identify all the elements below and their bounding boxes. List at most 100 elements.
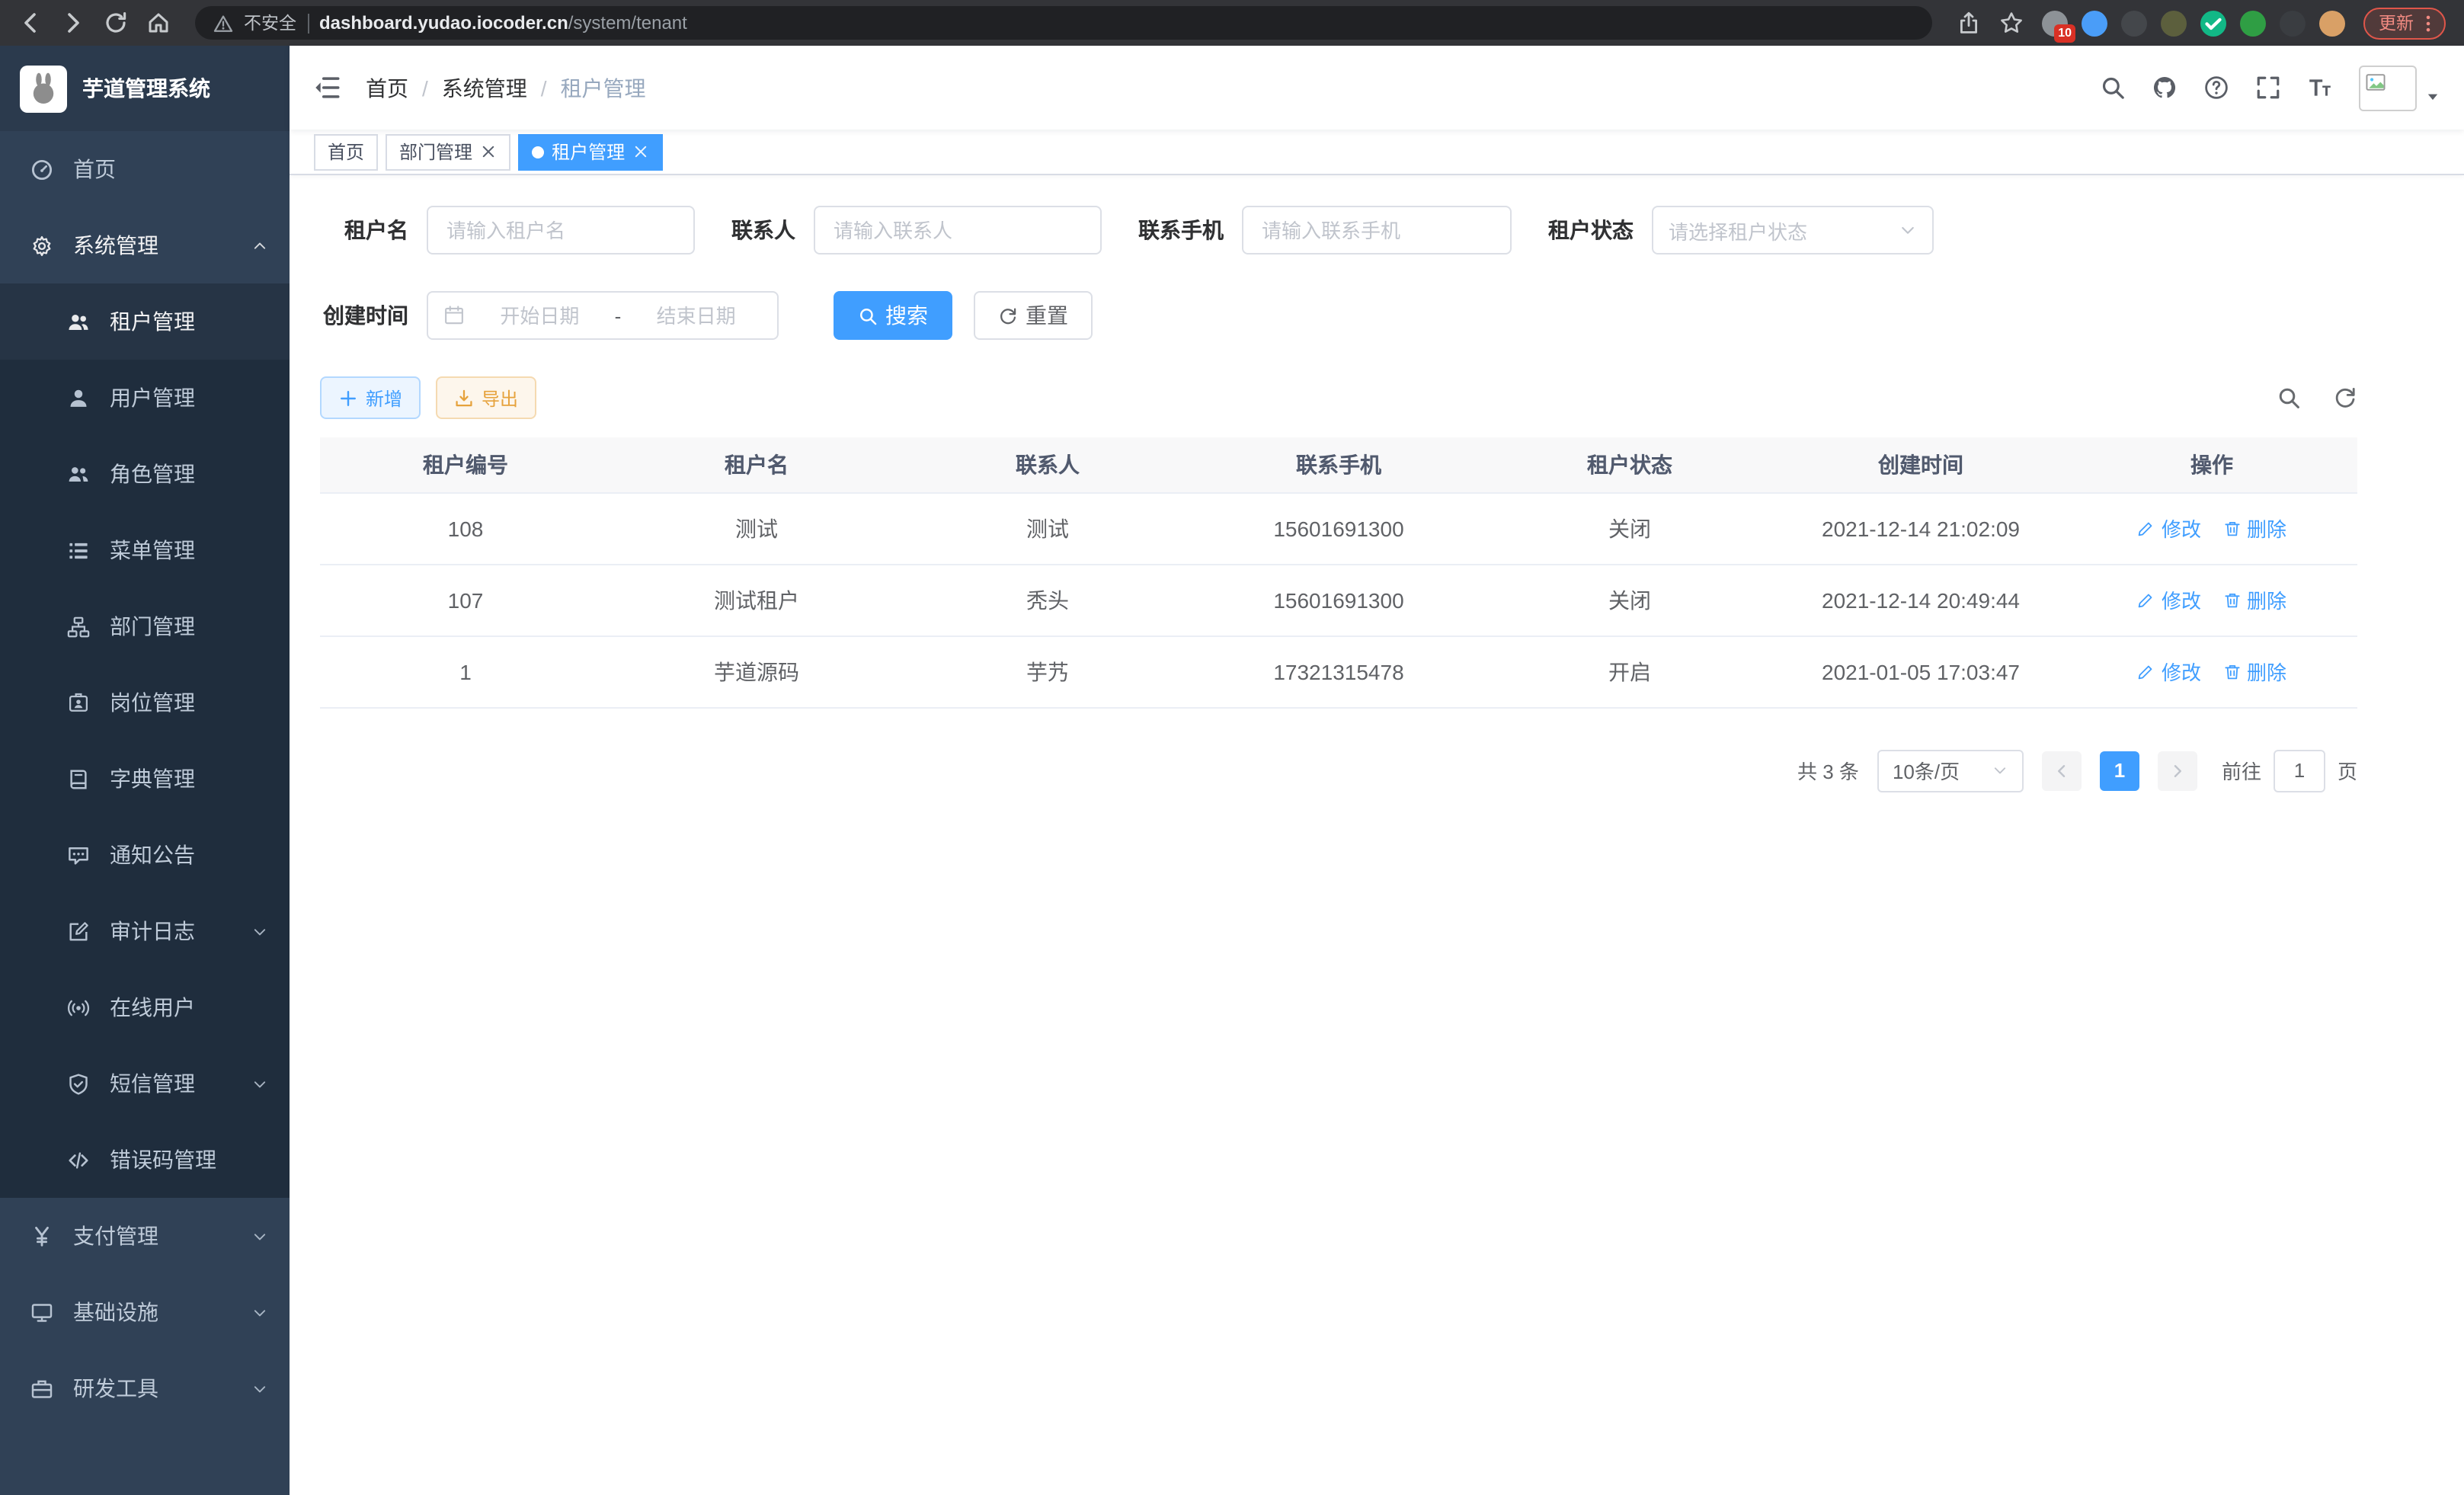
github-icon[interactable]	[2152, 75, 2178, 101]
share-icon[interactable]	[1957, 11, 1981, 35]
goto-page: 前往 页	[2222, 749, 2357, 792]
pagination-total: 共 3 条	[1797, 756, 1859, 785]
sidebar-item-dept[interactable]: 部门管理	[0, 588, 290, 664]
close-icon[interactable]	[632, 143, 649, 160]
sidebar: 芋道管理系统 首页系统管理租户管理用户管理角色管理菜单管理部门管理岗位管理字典管…	[0, 46, 290, 1495]
help-icon[interactable]	[2203, 75, 2229, 101]
filter-row-2: 创建时间 - 搜索 重置	[320, 291, 2357, 340]
fullscreen-icon[interactable]	[2255, 75, 2281, 101]
tenant-name-input[interactable]	[427, 206, 695, 255]
browser-home-icon[interactable]	[146, 11, 171, 35]
sidebar-item-tenant[interactable]: 租户管理	[0, 283, 290, 360]
code-icon	[67, 1148, 90, 1171]
start-date-input[interactable]	[474, 304, 606, 327]
add-button[interactable]: 新增	[320, 376, 421, 419]
edit-link[interactable]: 修改	[2137, 657, 2201, 686]
create-time-label: 创建时间	[320, 300, 408, 331]
sidebar-item-pay[interactable]: 支付管理	[0, 1198, 290, 1274]
sidebar-menu: 首页系统管理租户管理用户管理角色管理菜单管理部门管理岗位管理字典管理通知公告审计…	[0, 131, 290, 1495]
end-date-input[interactable]	[630, 304, 762, 327]
sidebar-item-role[interactable]: 角色管理	[0, 436, 290, 512]
sidebar-item-devtools[interactable]: 研发工具	[0, 1350, 290, 1426]
sidebar-item-label: 字典管理	[110, 764, 268, 794]
reload-icon[interactable]	[104, 11, 128, 35]
user-avatar[interactable]	[2359, 65, 2441, 110]
delete-link[interactable]: 删除	[2222, 585, 2286, 614]
sidebar-item-user[interactable]: 用户管理	[0, 360, 290, 436]
close-icon[interactable]	[480, 143, 497, 160]
profile-avatar[interactable]	[2319, 10, 2345, 36]
cell-status: 关闭	[1484, 492, 1775, 564]
navbar-actions	[2100, 65, 2441, 110]
next-page-button[interactable]	[2158, 751, 2197, 790]
sidebar-item-online[interactable]: 在线用户	[0, 969, 290, 1045]
hamburger-icon[interactable]	[312, 73, 341, 102]
status-placeholder: 请选择租户状态	[1669, 216, 1807, 245]
tab-home[interactable]: 首页	[314, 133, 378, 170]
phone-input[interactable]	[1242, 206, 1512, 255]
download-icon	[454, 388, 474, 408]
sidebar-item-system[interactable]: 系统管理	[0, 207, 290, 283]
sidebar-item-label: 支付管理	[73, 1221, 251, 1251]
app-logo[interactable]: 芋道管理系统	[0, 46, 290, 131]
sidebar-item-home[interactable]: 首页	[0, 131, 290, 207]
back-icon[interactable]	[18, 11, 43, 35]
extension-olive-icon[interactable]	[2161, 10, 2187, 36]
delete-link[interactable]: 删除	[2222, 657, 2286, 686]
sidebar-item-sms[interactable]: 短信管理	[0, 1045, 290, 1122]
breadcrumb-item-1[interactable]: 系统管理	[442, 72, 527, 103]
address-bar[interactable]: 不安全 dashboard.yudao.iocoder.cn/system/te…	[195, 6, 1932, 40]
delete-link[interactable]: 删除	[2222, 514, 2286, 543]
sidebar-item-notice[interactable]: 通知公告	[0, 817, 290, 893]
extension-green-icon[interactable]	[2240, 10, 2266, 36]
breadcrumb-item-0[interactable]: 首页	[366, 72, 408, 103]
forward-icon[interactable]	[61, 11, 85, 35]
extension-drop-icon[interactable]	[2082, 10, 2107, 36]
breadcrumb: 首页/系统管理/租户管理	[366, 72, 646, 103]
tab-tenant[interactable]: 租户管理	[518, 133, 663, 170]
goto-page-input[interactable]	[2274, 749, 2325, 792]
extension-dark-icon[interactable]	[2121, 10, 2147, 36]
page-size-select[interactable]: 10条/页	[1877, 749, 2024, 792]
extension-palette-icon[interactable]: 10	[2042, 10, 2068, 36]
date-range-picker[interactable]: -	[427, 291, 779, 340]
table-row: 108测试测试15601691300关闭2021-12-14 21:02:09修…	[320, 492, 2357, 564]
cell-phone: 15601691300	[1193, 564, 1484, 635]
sidebar-item-audit[interactable]: 审计日志	[0, 893, 290, 969]
extension-check-icon[interactable]	[2200, 10, 2226, 36]
tab-dept[interactable]: 部门管理	[386, 133, 510, 170]
page-number-1[interactable]: 1	[2100, 751, 2139, 790]
prev-page-button[interactable]	[2042, 751, 2082, 790]
contact-input[interactable]	[814, 206, 1102, 255]
chevron-down-icon	[1899, 221, 1917, 239]
sidebar-item-errcode[interactable]: 错误码管理	[0, 1122, 290, 1198]
toggle-search-icon[interactable]	[2277, 386, 2301, 410]
sidebar-item-post[interactable]: 岗位管理	[0, 664, 290, 741]
tags-view-bar: 首页部门管理租户管理	[290, 130, 2464, 175]
search-icon[interactable]	[2100, 75, 2126, 101]
extension-puzzle-icon[interactable]	[2280, 10, 2306, 36]
cell-actions: 修改删除	[2066, 492, 2357, 564]
update-button[interactable]: 更新	[2363, 7, 2446, 39]
edit-link[interactable]: 修改	[2137, 514, 2201, 543]
sidebar-item-label: 研发工具	[73, 1373, 251, 1404]
export-button[interactable]: 导出	[436, 376, 536, 419]
refresh-table-icon[interactable]	[2333, 386, 2357, 410]
font-size-icon[interactable]	[2307, 75, 2333, 101]
breadcrumb-separator: /	[422, 75, 428, 100]
chevron-down-icon	[251, 1228, 268, 1244]
kebab-menu-icon[interactable]	[2418, 13, 2438, 33]
edit-link[interactable]: 修改	[2137, 585, 2201, 614]
sidebar-item-menu[interactable]: 菜单管理	[0, 512, 290, 588]
search-button[interactable]: 搜索	[834, 291, 952, 340]
tenant-status-select[interactable]: 请选择租户状态	[1652, 206, 1934, 255]
reset-button[interactable]: 重置	[974, 291, 1093, 340]
bookmark-star-icon[interactable]	[1999, 11, 2024, 35]
sidebar-item-dict[interactable]: 字典管理	[0, 741, 290, 817]
chevron-down-icon	[251, 923, 268, 940]
audit-log-icon	[67, 920, 90, 943]
security-chip[interactable]: 不安全	[244, 11, 296, 35]
sidebar-item-infra[interactable]: 基础设施	[0, 1274, 290, 1350]
cell-name: 测试租户	[611, 564, 902, 635]
sidebar-item-label: 租户管理	[110, 306, 268, 337]
